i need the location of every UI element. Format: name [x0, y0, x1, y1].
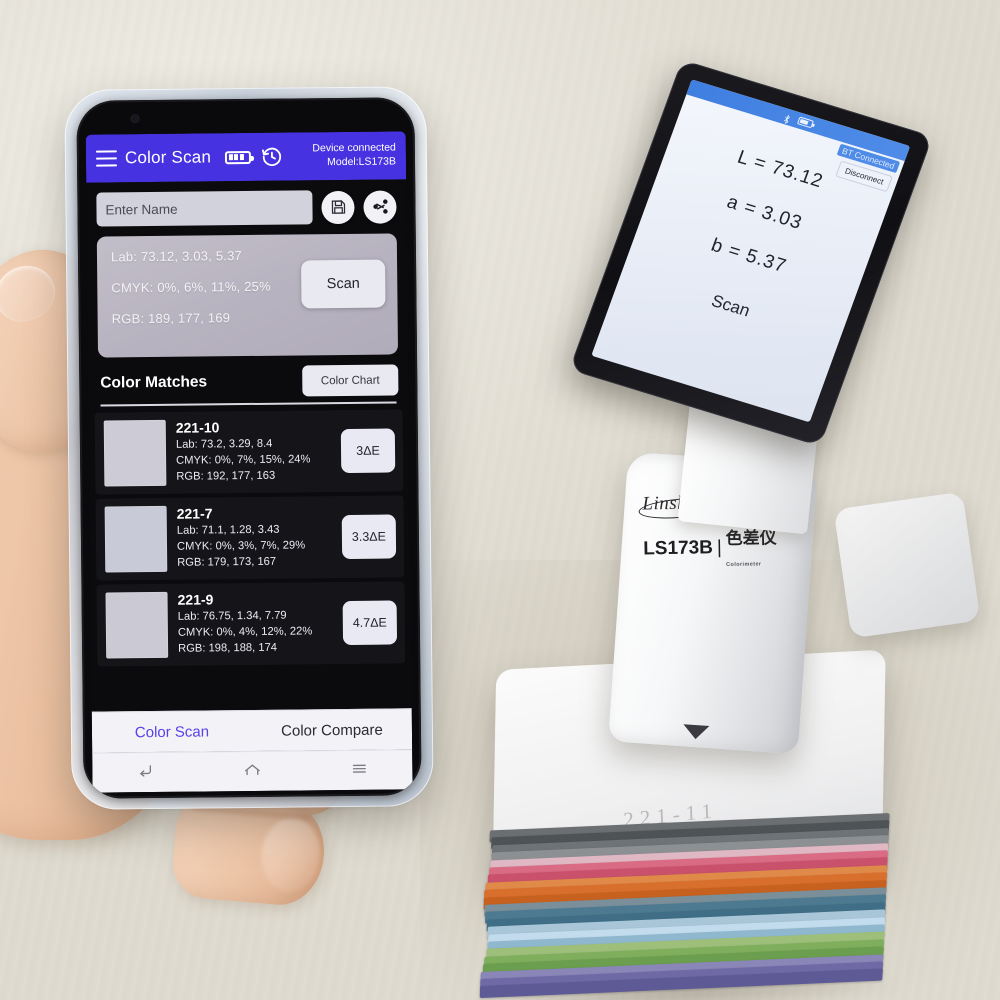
color-sample-card-stack	[471, 813, 903, 1000]
device-model-text: Model:LS173B	[327, 155, 397, 169]
delta-e-badge[interactable]: 4.7ΔE	[342, 600, 398, 646]
bottom-tab-bar: Color Scan Color Compare	[91, 708, 413, 753]
table-row[interactable]: 221-7 Lab: 71.1, 1.28, 3.43 CMYK: 0%, 3%…	[95, 495, 405, 581]
match-info: 221-9 Lab: 76.75, 1.34, 7.79 CMYK: 0%, 4…	[178, 590, 334, 657]
color-matches-title: Color Matches	[100, 372, 208, 392]
scene-root: Color Scan Device connected Model:LS173B…	[0, 0, 1000, 1000]
tab-color-scan[interactable]: Color Scan	[92, 723, 252, 742]
phone-body: Color Scan Device connected Model:LS173B…	[76, 97, 422, 799]
match-name: 221-9	[177, 591, 214, 608]
fingertip	[258, 815, 323, 895]
delta-e-badge[interactable]: 3ΔE	[340, 428, 396, 474]
device-display-unit: BT Connected Disconnect L = 73.12 a = 3.…	[569, 59, 933, 447]
phone-screen: Color Scan Device connected Model:LS173B…	[85, 131, 413, 793]
device-connection-status: Device connected Model:LS173B	[312, 142, 398, 171]
sample-name-row	[86, 179, 407, 235]
battery-level-bars	[228, 154, 244, 161]
match-lab: Lab: 71.1, 1.28, 3.43	[176, 523, 280, 537]
color-chart-button[interactable]: Color Chart	[302, 364, 399, 397]
color-swatch	[104, 505, 168, 573]
measurement-panel: Lab: 73.12, 3.03, 5.37 CMYK: 0%, 6%, 11%…	[96, 233, 399, 358]
measurement-rgb: RGB: 189, 177, 169	[111, 310, 231, 327]
model-name-en: Colorimeter	[726, 561, 762, 569]
device-scan-button[interactable]: Scan	[690, 282, 771, 330]
recents-menu-icon[interactable]	[349, 758, 369, 783]
aperture-marker-triangle	[682, 724, 710, 741]
match-name: 221-10	[175, 419, 220, 436]
table-row[interactable]: 221-10 Lab: 73.2, 3.29, 8.4 CMYK: 0%, 7%…	[94, 409, 404, 495]
finger-pinky	[169, 791, 329, 909]
match-lab: Lab: 76.75, 1.34, 7.79	[177, 609, 287, 623]
battery-icon	[796, 116, 814, 129]
match-info: 221-10 Lab: 73.2, 3.29, 8.4 CMYK: 0%, 7%…	[176, 418, 332, 485]
delta-e-badge[interactable]: 3.3ΔE	[341, 514, 397, 560]
model-number: LS173B	[643, 537, 714, 560]
thumb-nail	[0, 256, 64, 331]
front-camera	[130, 114, 140, 124]
match-cmyk: CMYK: 0%, 3%, 7%, 29%	[176, 539, 306, 553]
scan-button[interactable]: Scan	[301, 259, 386, 309]
save-button[interactable]	[321, 190, 355, 224]
color-swatch	[103, 419, 167, 487]
hamburger-menu-icon[interactable]	[95, 150, 118, 167]
match-rgb: RGB: 179, 173, 167	[177, 555, 277, 569]
match-rgb: RGB: 198, 188, 174	[178, 641, 278, 655]
color-matches-header: Color Matches Color Chart	[88, 354, 409, 405]
model-separator: |	[716, 537, 723, 559]
model-name-cn: 色差仪	[725, 528, 777, 549]
android-navigation-bar	[92, 749, 413, 793]
match-cmyk: CMYK: 0%, 7%, 15%, 24%	[176, 453, 311, 467]
match-info: 221-7 Lab: 71.1, 1.28, 3.43 CMYK: 0%, 3%…	[177, 504, 333, 571]
match-cmyk: CMYK: 0%, 4%, 12%, 22%	[177, 625, 313, 639]
back-arrow-icon[interactable]	[136, 760, 156, 785]
colorimeter-device: 221-11 Linshang® LS173B | 色差仪 Colorimete…	[470, 59, 1000, 1000]
color-swatch	[105, 591, 169, 659]
match-rgb: RGB: 192, 177, 163	[176, 469, 276, 483]
home-icon[interactable]	[242, 759, 262, 784]
table-row[interactable]: 221-9 Lab: 76.75, 1.34, 7.79 CMYK: 0%, 4…	[96, 581, 406, 667]
connection-state-text: Device connected	[312, 141, 396, 155]
app-header: Color Scan Device connected Model:LS173B	[85, 131, 407, 183]
bluetooth-icon	[783, 111, 792, 124]
color-match-list[interactable]: 221-10 Lab: 73.2, 3.29, 8.4 CMYK: 0%, 7%…	[88, 409, 412, 712]
history-clock-icon[interactable]	[261, 146, 283, 168]
phone-clear-case: Color Scan Device connected Model:LS173B…	[64, 86, 434, 810]
share-button[interactable]	[363, 189, 397, 224]
match-name: 221-7	[176, 505, 213, 522]
tab-color-compare[interactable]: Color Compare	[252, 721, 412, 740]
match-lab: Lab: 73.2, 3.29, 8.4	[175, 437, 273, 451]
device-rear-block	[833, 491, 981, 639]
page-title: Color Scan	[124, 147, 212, 168]
battery-icon	[224, 150, 252, 164]
sample-name-input[interactable]	[96, 190, 313, 227]
